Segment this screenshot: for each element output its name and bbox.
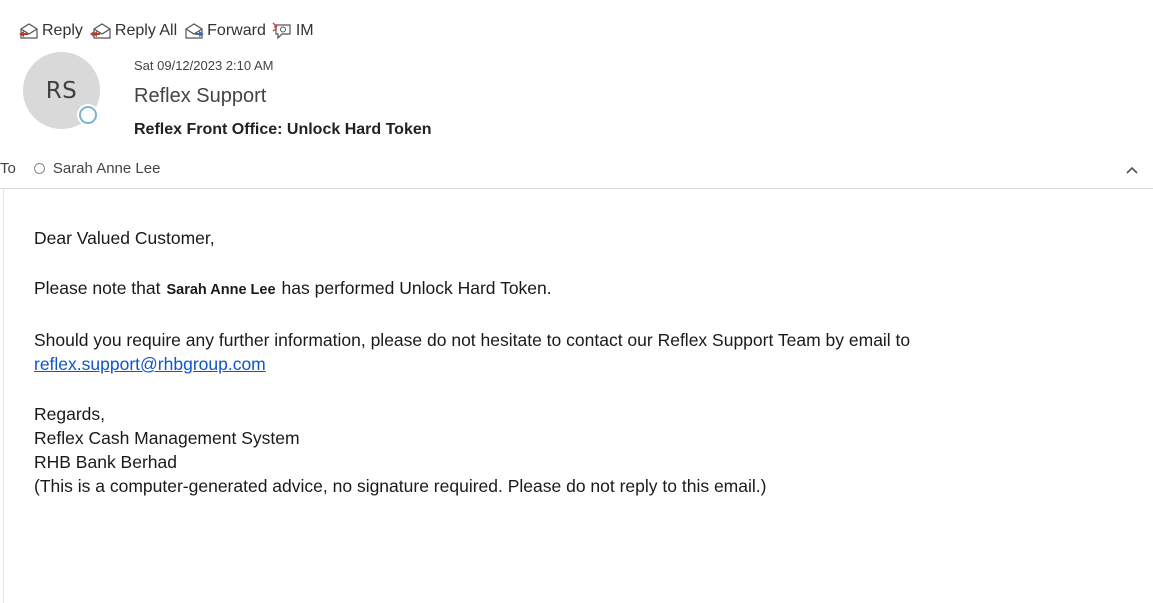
header-divider: [0, 188, 1153, 189]
notice-suffix: has performed Unlock Hard Token.: [281, 278, 552, 298]
reply-all-button[interactable]: Reply All: [89, 21, 177, 41]
signature-bank: RHB Bank Berhad: [34, 452, 177, 472]
greeting: Dear Valued Customer,: [34, 228, 215, 248]
message-toolbar: Reply Reply All Forward IM: [18, 18, 314, 44]
sender-name[interactable]: Reflex Support: [134, 85, 266, 108]
support-email-link[interactable]: reflex.support@rhbgroup.com: [34, 354, 266, 374]
forward-icon: [183, 21, 205, 41]
chevron-up-icon: [1126, 166, 1138, 174]
forward-button[interactable]: Forward: [183, 21, 266, 41]
contact-line: Should you require any further informati…: [34, 330, 911, 350]
message-body: Dear Valued Customer, Please note that Sa…: [34, 226, 1134, 498]
regards: Regards,: [34, 404, 106, 424]
reply-all-icon: [89, 21, 113, 41]
notice-line: Please note that Sarah Anne Lee has perfor…: [34, 276, 1134, 302]
body-left-border: [3, 189, 4, 603]
to-label: To: [0, 159, 16, 177]
reply-icon: [18, 21, 40, 41]
im-button[interactable]: IM: [272, 21, 314, 41]
presence-status-icon: [79, 106, 97, 124]
forward-label: Forward: [207, 22, 266, 39]
recipient-name[interactable]: Sarah Anne Lee: [53, 160, 161, 177]
notice-prefix: Please note that: [34, 278, 161, 298]
im-label: IM: [295, 22, 314, 39]
signature-system: Reflex Cash Management System: [34, 428, 300, 448]
notice-user-name: Sarah Anne Lee: [166, 282, 276, 298]
avatar-initials: RS: [45, 77, 78, 104]
sent-date: Sat 09/12/2023 2:10 AM: [134, 58, 274, 73]
recipients-line: To Sarah Anne Lee: [0, 156, 160, 180]
email-reading-pane: Reply Reply All Forward IM RS Sat 09/12/…: [0, 0, 1153, 603]
im-icon: [272, 21, 294, 41]
collapse-header-button[interactable]: [1122, 160, 1142, 180]
disclaimer: (This is a computer-generated advice, no…: [34, 476, 767, 496]
reply-all-label: Reply All: [114, 22, 178, 39]
recipient-status-icon: [33, 162, 45, 174]
reply-button[interactable]: Reply: [18, 21, 83, 41]
reply-label: Reply: [42, 22, 83, 39]
message-subject: Reflex Front Office: Unlock Hard Token: [134, 121, 432, 138]
